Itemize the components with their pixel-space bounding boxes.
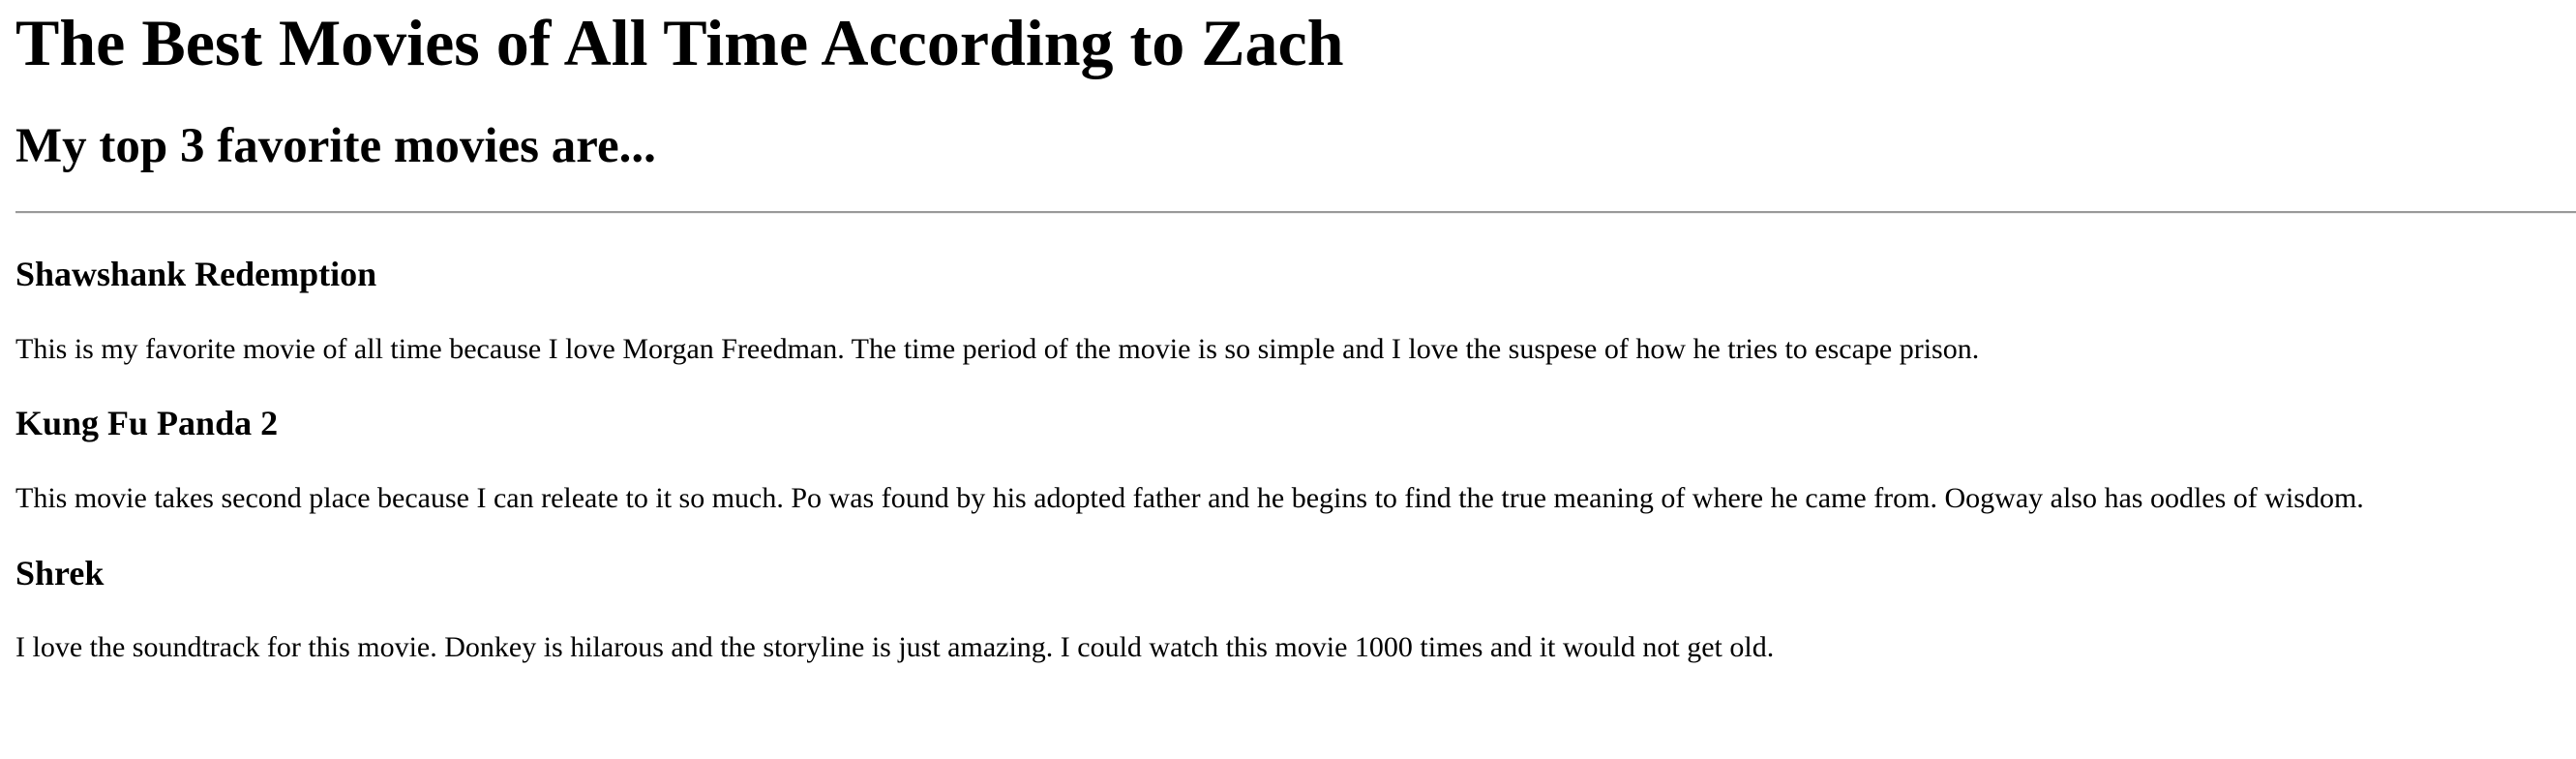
movie-title: Shrek [15,554,105,592]
page-subtitle: My top 3 favorite movies are... [15,119,656,173]
movie-title: Kung Fu Panda 2 [15,404,279,442]
movie-description: This is my favorite movie of all time be… [15,333,1980,365]
movie-title: Shawshank Redemption [15,255,377,293]
movie-description: This movie takes second place because I … [15,482,2364,514]
page-body: The Best Movies of All Time According to… [0,0,2576,759]
movie-description: I love the soundtrack for this movie. Do… [15,631,1775,663]
section-divider [15,211,2576,214]
page-title: The Best Movies of All Time According to… [15,6,1344,79]
